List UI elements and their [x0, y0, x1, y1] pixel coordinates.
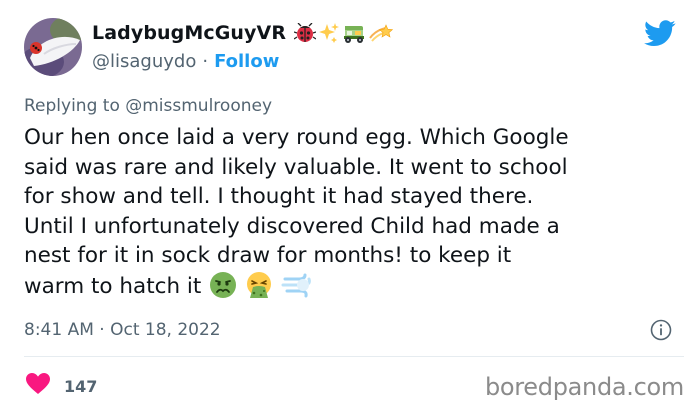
user-handle[interactable]: @lisaguydo — [92, 51, 196, 72]
follow-button[interactable]: Follow — [214, 51, 279, 72]
user-name-row: LadybugMcGuyVR — [92, 22, 394, 44]
reply-prefix: Replying to — [24, 96, 120, 116]
nauseated-face-icon — [209, 271, 237, 308]
name-emoji-group — [294, 22, 394, 44]
shooting-star-icon — [369, 24, 394, 42]
tweet-line: Until I unfortunately discovered Child h… — [24, 213, 560, 239]
handle-separator: · — [202, 51, 209, 72]
like-row: 147 — [26, 373, 97, 399]
like-count: 147 — [64, 376, 98, 396]
tweet-line: warm to hatch it — [24, 273, 202, 299]
sparkles-icon — [319, 23, 340, 43]
tweet-body: Our hen once laid a very round egg. Whic… — [24, 123, 684, 307]
dashing-away-icon — [281, 271, 313, 308]
ladybug-icon — [294, 23, 317, 42]
watermark: boredpanda.com — [484, 373, 684, 401]
heart-icon[interactable] — [26, 373, 50, 399]
avatar-image — [24, 18, 82, 76]
tweet-last-line: warm to hatch it — [24, 271, 684, 308]
divider — [24, 356, 684, 357]
tweet-line: nest for it in sock draw for months! to … — [24, 243, 512, 268]
handle-row: @lisaguydo · Follow — [92, 51, 279, 72]
display-name[interactable]: LadybugMcGuyVR — [92, 22, 286, 44]
vomiting-face-icon — [245, 271, 273, 308]
tweet-line: said was rare and likely valuable. It we… — [24, 154, 568, 180]
reply-mention-link[interactable]: @missmulrooney — [125, 96, 272, 116]
tweet-line: Our hen once laid a very round egg. Whic… — [24, 125, 569, 150]
reply-context: Replying to @missmulrooney — [24, 96, 272, 116]
twitter-logo[interactable] — [644, 20, 676, 51]
tweet-line: for show and tell. I thought it had stay… — [24, 184, 534, 209]
twitter-bird-icon — [644, 20, 676, 47]
info-icon[interactable] — [650, 319, 672, 345]
auto-rickshaw-icon — [344, 26, 365, 43]
avatar[interactable] — [24, 18, 82, 76]
tweet-timestamp[interactable]: 8:41 AM · Oct 18, 2022 — [24, 320, 221, 340]
